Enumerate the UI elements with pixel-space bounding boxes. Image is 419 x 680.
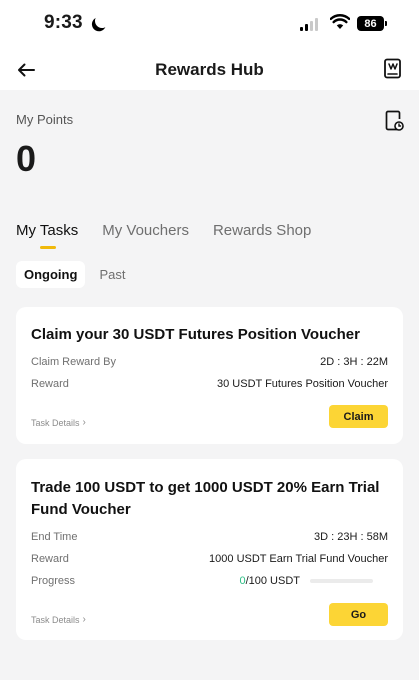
row-label: Reward [31,378,69,390]
task-details-link[interactable]: Task Details › [31,417,86,429]
signal-icon [300,18,318,31]
rules-button[interactable] [383,58,405,82]
book-icon [384,58,401,79]
task-card: Claim your 30 USDT Futures Position Vouc… [16,307,403,444]
claim-button[interactable]: Claim [329,405,388,428]
task-row: End Time 3D : 23H : 58M [31,531,388,547]
nav-header: Rewards Hub [0,50,419,90]
wifi-icon [330,14,350,29]
tab-rewards-shop[interactable]: Rewards Shop [213,222,311,239]
row-value: 30 USDT Futures Position Voucher [217,378,388,390]
task-details-link[interactable]: Task Details › [31,614,86,626]
progress-value: 0/100 USDT [239,575,373,587]
task-row: Reward 30 USDT Futures Position Voucher [31,378,388,394]
page-title: Rewards Hub [155,60,264,79]
status-time: 9:33 [44,12,103,34]
task-filter-tabs: Ongoing Past [16,261,133,288]
task-title: Claim your 30 USDT Futures Position Vouc… [31,326,360,343]
task-card: Trade 100 USDT to get 1000 USDT 20% Earn… [16,459,403,640]
time-text: 9:33 [44,12,83,33]
row-label: End Time [31,531,78,543]
battery-level: 86 [364,17,377,30]
subtab-ongoing[interactable]: Ongoing [16,261,86,288]
main-tabs: My Tasks My Vouchers Rewards Shop [16,222,311,249]
task-row: Claim Reward By 2D : 3H : 22M [31,356,388,372]
task-row: Reward 1000 USDT Earn Trial Fund Voucher [31,553,388,569]
points-value: 0 [16,138,37,179]
progress-target: /100 USDT [245,575,300,587]
chevron-right-icon: › [82,417,86,428]
points-label: My Points [16,112,74,127]
main-content: My Points 0 My Tasks My Vouchers Rewards… [0,90,419,680]
battery-icon: 86 [357,16,387,31]
task-title: Trade 100 USDT to get 1000 USDT 20% Earn… [31,479,380,518]
points-history-button[interactable] [384,110,404,132]
progress-bar [310,579,373,583]
moon-icon [93,12,111,30]
progress-row: Progress 0/100 USDT [31,575,388,591]
progress-label: Progress [31,575,76,587]
row-value: 3D : 23H : 58M [314,531,388,543]
row-value: 2D : 3H : 22M [320,356,388,368]
row-value: 1000 USDT Earn Trial Fund Voucher [209,553,388,565]
status-bar: 9:33 86 [0,0,419,50]
task-details-label: Task Details [31,615,80,625]
row-label: Reward [31,553,69,565]
history-icon [385,110,404,131]
tab-my-vouchers[interactable]: My Vouchers [102,222,189,239]
go-button[interactable]: Go [329,603,388,626]
task-details-label: Task Details [31,418,80,428]
tab-my-tasks[interactable]: My Tasks [16,222,78,249]
row-label: Claim Reward By [31,356,116,368]
subtab-past[interactable]: Past [91,261,133,288]
chevron-right-icon: › [82,614,86,625]
